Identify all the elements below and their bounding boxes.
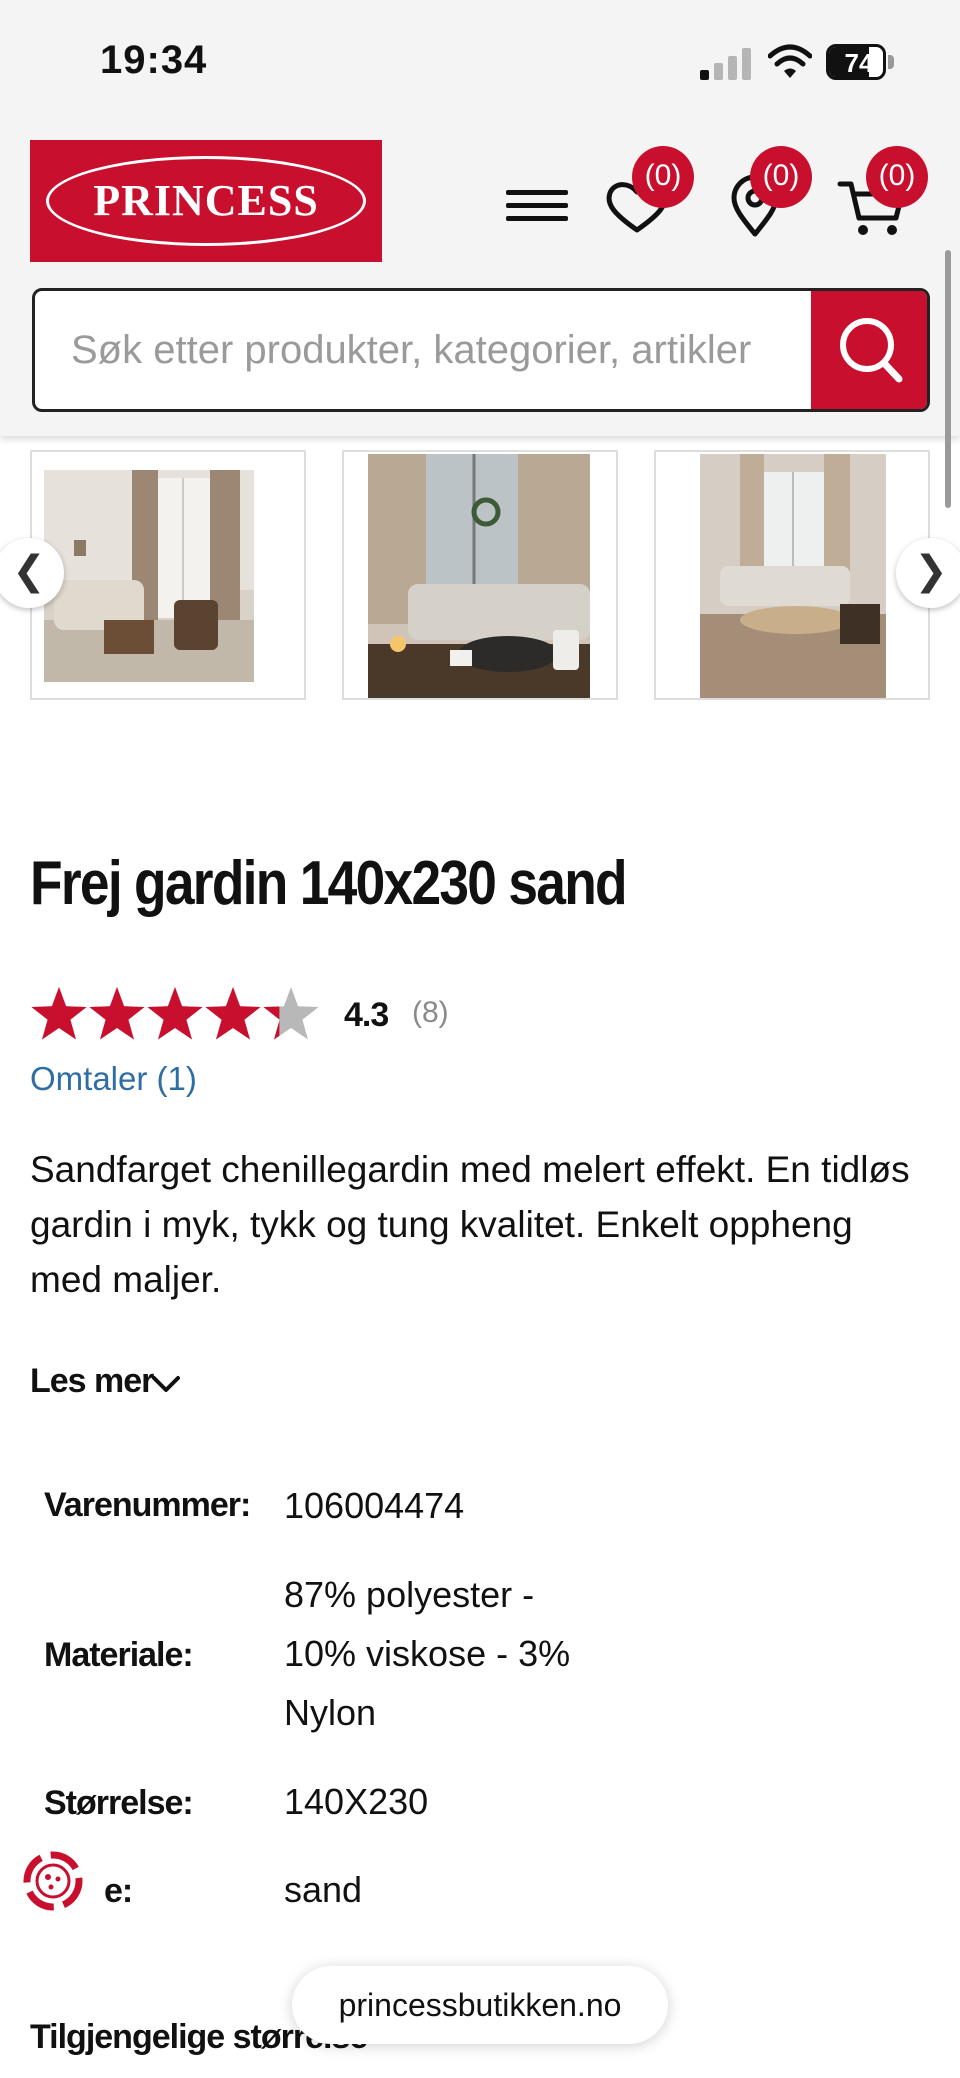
rating-star xyxy=(205,987,261,1040)
stores-count-badge: (0) xyxy=(750,146,812,208)
product-title: Frej gardin 140x230 sand xyxy=(30,849,628,918)
rating-star xyxy=(263,987,319,1040)
rating-stars xyxy=(31,987,319,1040)
spec-value-size: 140X230 xyxy=(284,1781,429,1822)
cellular-signal-icon xyxy=(700,48,751,80)
search-bar xyxy=(32,288,930,412)
spec-label-material: Materiale: xyxy=(44,1636,194,1674)
spec-label-color: e: xyxy=(104,1872,133,1910)
rating-value: 4.3 xyxy=(344,996,389,1034)
product-thumbnail-1[interactable] xyxy=(30,450,306,700)
gallery-next-button[interactable]: ❯ xyxy=(896,538,960,608)
spec-value-item-number: 106004474 xyxy=(284,1485,465,1526)
product-description: Sandfarget chenillegardin med melert eff… xyxy=(30,1149,910,1300)
browser-url-bar[interactable]: princessbutikken.no xyxy=(292,1966,668,2044)
spec-value-color: sand xyxy=(284,1869,363,1910)
hamburger-menu-icon[interactable] xyxy=(500,168,574,242)
cookie-settings-icon[interactable] xyxy=(18,1846,88,1916)
spec-value-material-line-3: Nylon xyxy=(284,1692,377,1733)
page-scrollbar[interactable] xyxy=(945,250,951,508)
rating-star xyxy=(147,987,203,1040)
wishlist-count-badge: (0) xyxy=(632,146,694,208)
search-button[interactable] xyxy=(811,291,927,409)
search-icon xyxy=(840,318,903,383)
battery-level: 74 xyxy=(844,48,874,78)
rating-star xyxy=(89,987,145,1040)
read-more-toggle[interactable]: Les mer xyxy=(30,1362,154,1401)
status-bar: 19:34 74 xyxy=(0,0,960,128)
spec-value-material-line-2: 10% viskose - 3% xyxy=(284,1633,571,1674)
product-thumbnail-2[interactable] xyxy=(342,450,618,700)
rating-star xyxy=(31,987,87,1040)
wifi-icon xyxy=(768,44,812,78)
chevron-down-icon[interactable] xyxy=(150,1370,182,1398)
princess-logo[interactable]: PRINCESS xyxy=(30,140,382,262)
product-image-round-table xyxy=(700,454,886,698)
battery-icon: 74 xyxy=(826,44,894,80)
reviews-link[interactable]: Omtaler (1) xyxy=(30,1060,197,1098)
product-thumbnail-3[interactable] xyxy=(654,450,930,700)
cart-count-badge: (0) xyxy=(866,146,928,208)
spec-value-material-line-1: 87% polyester - xyxy=(284,1574,535,1615)
spec-label-item-number: Varenummer: xyxy=(44,1486,251,1524)
spec-label-size: Størrelse: xyxy=(44,1784,194,1822)
logo-text: PRINCESS xyxy=(93,176,319,225)
product-image-sofa-window xyxy=(368,454,590,698)
status-time: 19:34 xyxy=(100,38,208,82)
search-input[interactable] xyxy=(35,291,811,409)
site-header: PRINCESS (0) (0) (0) xyxy=(0,128,960,436)
rating-count: (8) xyxy=(412,996,449,1029)
product-image-living-room xyxy=(44,470,254,682)
